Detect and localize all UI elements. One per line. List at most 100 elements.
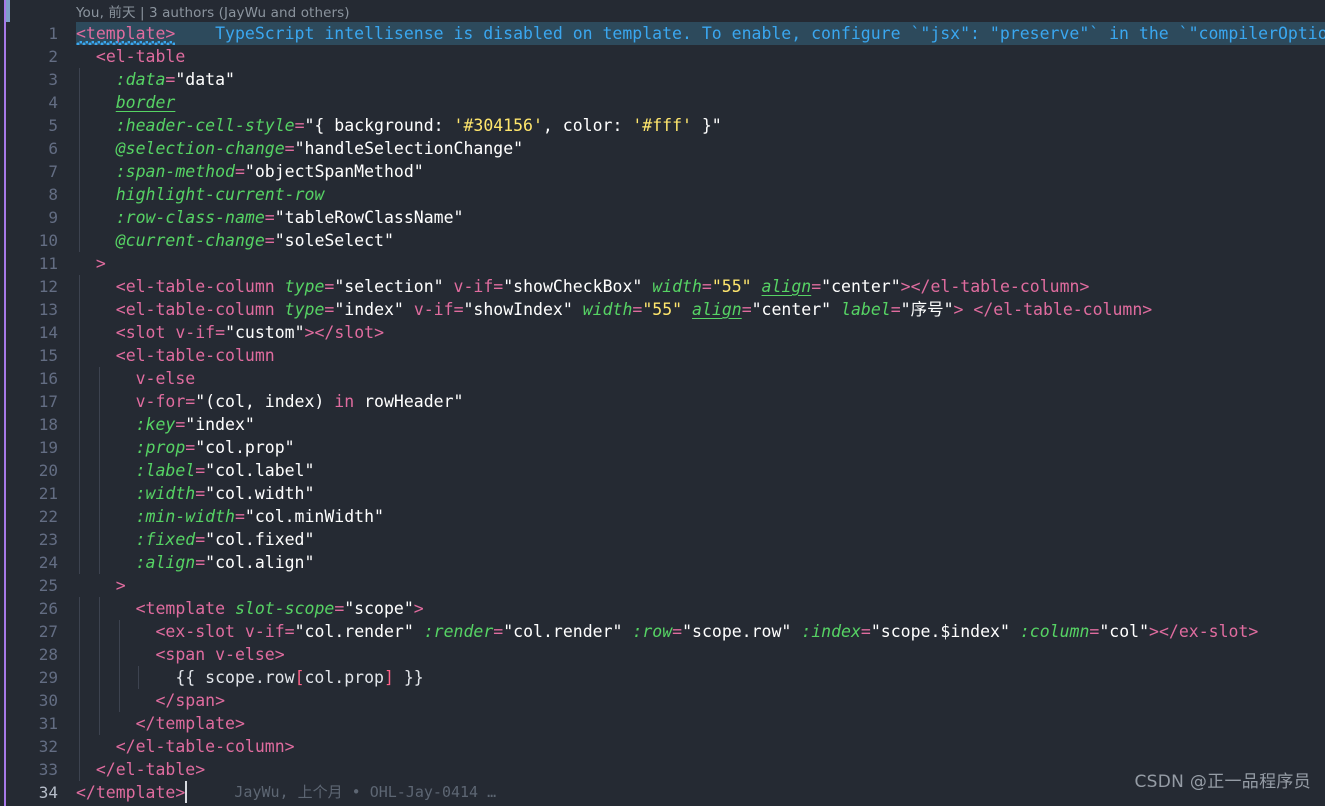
code-line-text[interactable]: :header-cell-style="{ background: '#3041… [76, 114, 722, 137]
code-line[interactable]: 20 :label="col.label" [0, 459, 1325, 482]
error-squiggle [76, 41, 175, 45]
code-line-text[interactable]: @current-change="soleSelect" [76, 229, 394, 252]
code-line-text[interactable]: @selection-change="handleSelectionChange… [76, 137, 523, 160]
line-number: 17 [38, 392, 58, 411]
code-line[interactable]: 26 <template slot-scope="scope"> [0, 597, 1325, 620]
code-line[interactable]: 14 <slot v-if="custom"></slot> [0, 321, 1325, 344]
code-line[interactable]: 7 :span-method="objectSpanMethod" [0, 160, 1325, 183]
line-number: 11 [38, 254, 58, 273]
code-line[interactable]: 15 <el-table-column [0, 344, 1325, 367]
code-line[interactable]: 24 :align="col.align" [0, 551, 1325, 574]
code-line-text[interactable]: v-else [76, 367, 196, 390]
code-line-text[interactable]: </span> [76, 689, 225, 712]
code-line[interactable]: 18 :key="index" [0, 413, 1325, 436]
code-token: </ [76, 783, 96, 802]
code-line-text[interactable]: <slot v-if="custom"></slot> [76, 321, 384, 344]
code-line[interactable]: 31 </template> [0, 712, 1325, 735]
code-line[interactable]: 16 v-else [0, 367, 1325, 390]
code-line[interactable]: 2 <el-table [0, 45, 1325, 68]
line-number: 30 [38, 691, 58, 710]
code-token: < [115, 300, 126, 319]
code-line-text[interactable]: <ex-slot v-if="col.render" :render="col.… [76, 620, 1258, 643]
code-line-text[interactable]: </template> [76, 712, 245, 735]
code-line[interactable]: 13 <el-table-column type="index" v-if="s… [0, 298, 1325, 321]
code-lines-container[interactable]: 1 <template> TypeScript intellisense is d… [0, 22, 1325, 806]
code-line[interactable]: 5 :header-cell-style="{ background: '#30… [0, 114, 1325, 137]
code-line-text[interactable]: <el-table-column type="index" v-if="show… [76, 298, 1152, 321]
code-line[interactable]: 19 :prop="col.prop" [0, 436, 1325, 459]
code-line-text[interactable]: <template> TypeScript intellisense is di… [76, 22, 1325, 45]
code-line[interactable]: 25 > [0, 574, 1325, 597]
code-line-text[interactable]: :data="data" [76, 68, 235, 91]
code-token: '#304156' [453, 116, 543, 135]
code-line-text[interactable]: :width="col.width" [76, 482, 315, 505]
code-line[interactable]: 32 </el-table-column> [0, 735, 1325, 758]
code-token: "scope.$index" [870, 622, 1010, 641]
code-line-text[interactable]: :label="col.label" [76, 459, 315, 482]
code-line[interactable]: 27 <ex-slot v-if="col.render" :render="c… [0, 620, 1325, 643]
code-token: > [284, 737, 295, 756]
code-line-text[interactable]: </template> [76, 781, 185, 804]
code-line-text[interactable]: <el-table-column [76, 344, 275, 367]
code-line[interactable]: 9 :row-class-name="tableRowClassName" [0, 206, 1325, 229]
code-line-text[interactable]: highlight-current-row [76, 183, 325, 206]
codelens-text[interactable]: You, 前天 | 3 authors (JayWu and others) [76, 1, 350, 21]
code-line-text[interactable]: :row-class-name="tableRowClassName" [76, 206, 464, 229]
code-token: :width [135, 484, 196, 503]
code-line-text[interactable]: {{ scope.row[col.prop] }} [76, 666, 423, 689]
code-editor[interactable]: You, 前天 | 3 authors (JayWu and others) 1… [0, 0, 1325, 806]
code-line-text[interactable]: :prop="col.prop" [76, 436, 295, 459]
code-line[interactable]: 30 </span> [0, 689, 1325, 712]
code-line[interactable]: 3 :data="data" [0, 68, 1325, 91]
code-token: :data [115, 70, 166, 89]
inline-git-blame[interactable]: JayWu, 上个月 • OHL-Jay-0414 … [234, 781, 496, 804]
code-line[interactable]: 23 :fixed="col.fixed" [0, 528, 1325, 551]
git-blame-codelens[interactable]: You, 前天 | 3 authors (JayWu and others) [0, 0, 1325, 22]
code-token: v-if [175, 323, 216, 342]
code-line-text[interactable]: :align="col.align" [76, 551, 315, 574]
code-line-text[interactable]: > [76, 252, 106, 275]
code-token: el-table-column [135, 737, 285, 756]
code-line[interactable]: 6 @selection-change="handleSelectionChan… [0, 137, 1325, 160]
code-line[interactable]: 34 </template> JayWu, 上个月 • OHL-Jay-0414 … [0, 781, 1325, 804]
code-line-text[interactable]: border [76, 91, 176, 114]
code-line[interactable]: 22 :min-width="col.minWidth" [0, 505, 1325, 528]
code-token: :min-width [135, 507, 235, 526]
code-line[interactable]: 1 <template> TypeScript intellisense is d… [0, 22, 1325, 45]
code-line[interactable]: 17 v-for="(col, index) in rowHeader" [0, 390, 1325, 413]
code-line[interactable]: 12 <el-table-column type="selection" v-i… [0, 275, 1325, 298]
code-line-text[interactable]: <el-table [76, 45, 185, 68]
line-number: 15 [38, 346, 58, 365]
code-line-text[interactable]: <el-table-column type="selection" v-if="… [76, 275, 1090, 298]
code-line-text[interactable]: :key="index" [76, 413, 255, 436]
code-line-text[interactable]: v-for="(col, index) in rowHeader" [76, 390, 464, 413]
code-token: "(col, index) [195, 392, 335, 411]
code-line-text[interactable]: :span-method="objectSpanMethod" [76, 160, 424, 183]
code-line-text[interactable]: :fixed="col.fixed" [76, 528, 315, 551]
indent-guides [0, 91, 1325, 114]
code-token: el-table-column [125, 346, 275, 365]
code-line[interactable]: 21 :width="col.width" [0, 482, 1325, 505]
code-line-text[interactable]: :min-width="col.minWidth" [76, 505, 384, 528]
code-token: = [741, 300, 752, 319]
code-line[interactable]: 4 border [0, 91, 1325, 114]
code-line-text[interactable]: </el-table> [76, 758, 205, 781]
code-line[interactable]: 28 <span v-else> [0, 643, 1325, 666]
code-line[interactable]: 11 > [0, 252, 1325, 275]
code-line-text[interactable]: </el-table-column> [76, 735, 295, 758]
code-token: :index [801, 622, 861, 641]
code-line-text[interactable]: > [76, 574, 126, 597]
code-line[interactable]: 10 @current-change="soleSelect" [0, 229, 1325, 252]
code-line[interactable]: 8 highlight-current-row [0, 183, 1325, 206]
code-line-text[interactable]: <span v-else> [76, 643, 284, 666]
code-line[interactable]: 33 </el-table> [0, 758, 1325, 781]
code-line-text[interactable]: <template slot-scope="scope"> [76, 597, 424, 620]
code-token: > [175, 783, 186, 802]
code-line[interactable]: 29 {{ scope.row[col.prop] }} [0, 666, 1325, 689]
